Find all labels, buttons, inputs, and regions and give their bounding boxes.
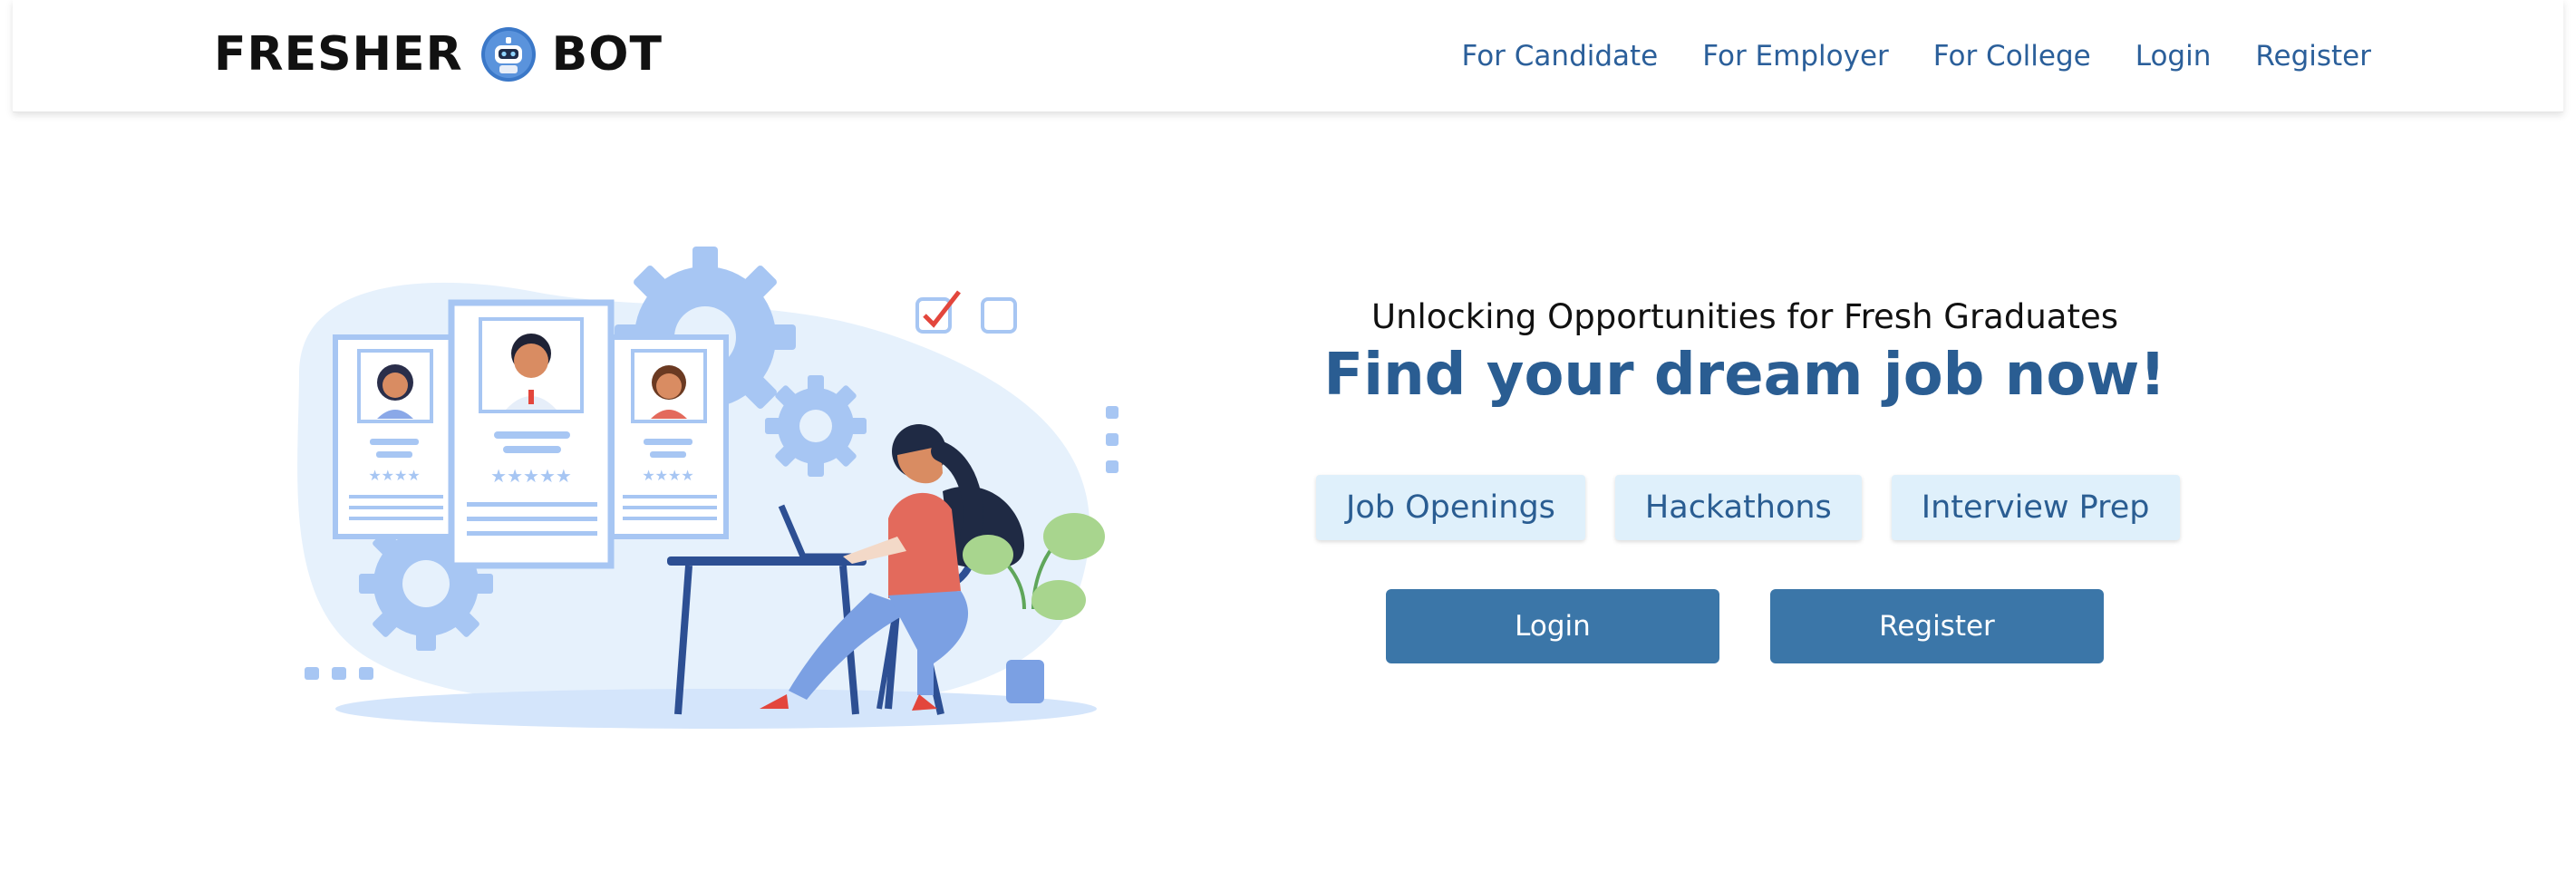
nav-link-for-college[interactable]: For College: [1933, 40, 2091, 73]
nav-link-for-employer[interactable]: For Employer: [1702, 40, 1889, 73]
brand-name-right: BOT: [551, 27, 663, 82]
pill-job-openings[interactable]: Job Openings: [1316, 475, 1585, 540]
robot-icon: [480, 27, 536, 82]
svg-text:★★★★: ★★★★: [368, 467, 420, 484]
register-button[interactable]: Register: [1770, 589, 2104, 663]
job-search-illustration: ★★★★ ★★★★ ★★★★★: [297, 247, 1119, 729]
nav-link-register[interactable]: Register: [2255, 40, 2371, 73]
pill-hackathons[interactable]: Hackathons: [1614, 475, 1862, 540]
nav-link-for-candidate[interactable]: For Candidate: [1461, 40, 1658, 73]
nav-menu: For Candidate For Employer For College L…: [1461, 0, 2371, 112]
feature-pills: Job Openings Hackathons Interview Prep: [1316, 475, 2180, 540]
navbar: FRESHER BOT For Candidate For Employer F…: [13, 0, 2563, 112]
svg-text:★★★★★: ★★★★★: [490, 465, 572, 487]
hero-tagline: Unlocking Opportunities for Fresh Gradua…: [1370, 297, 2118, 336]
svg-text:★★★★: ★★★★: [642, 467, 693, 484]
pill-interview-prep[interactable]: Interview Prep: [1891, 475, 2180, 540]
nav-link-login[interactable]: Login: [2135, 40, 2212, 73]
hero-actions: Login Register: [1386, 589, 2104, 663]
hero-headline: Find your dream job now!: [1323, 342, 2166, 409]
brand-logo[interactable]: FRESHER BOT: [214, 22, 663, 87]
brand-name-left: FRESHER: [214, 27, 463, 82]
login-button[interactable]: Login: [1386, 589, 1719, 663]
hero-section: Unlocking Opportunities for Fresh Gradua…: [1269, 297, 2221, 663]
